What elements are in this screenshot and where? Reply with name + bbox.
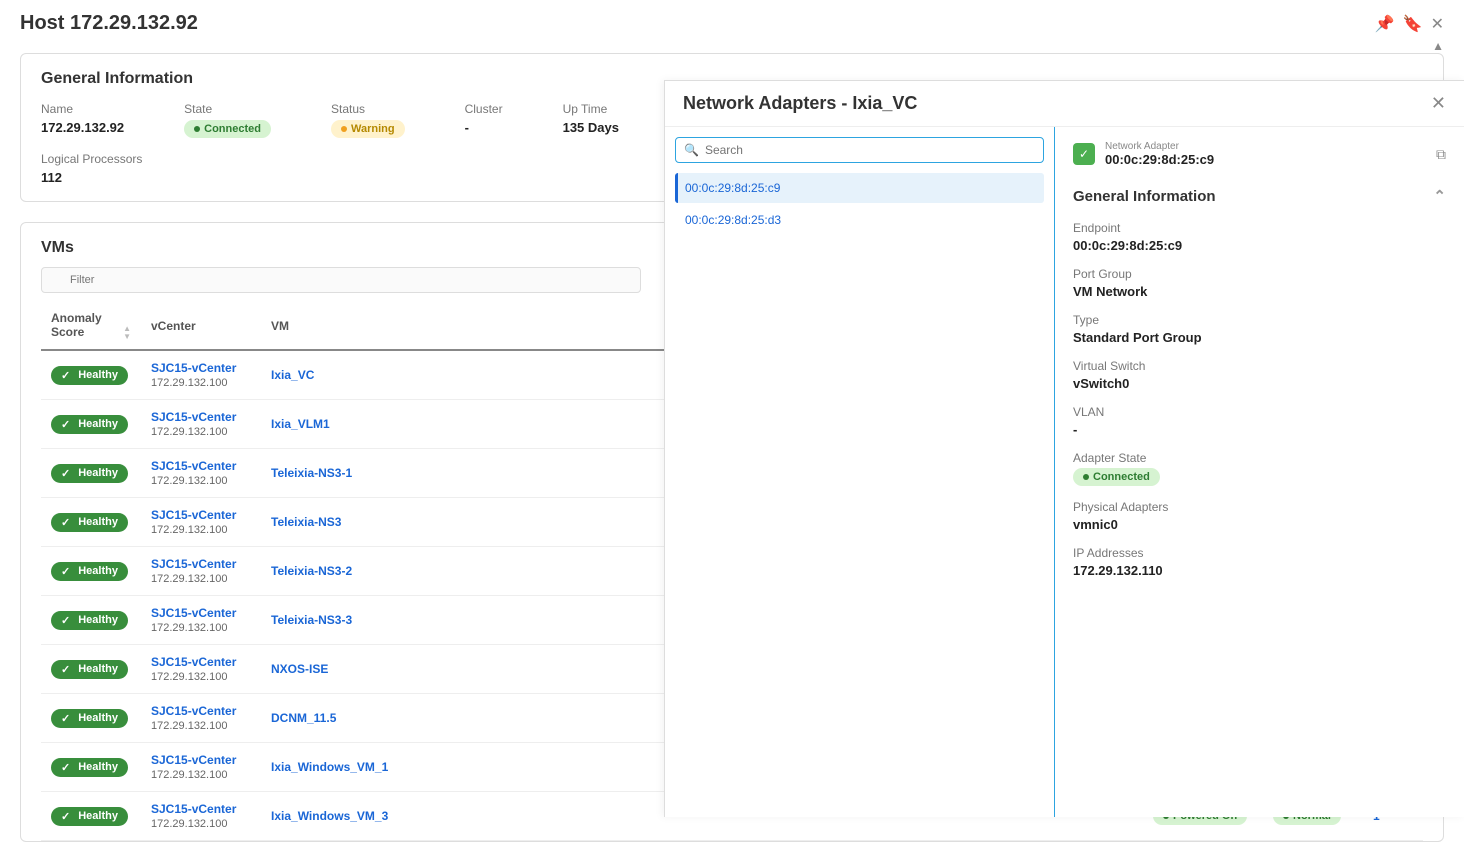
- side-panel-title: Network Adapters - Ixia_VC: [683, 93, 917, 114]
- health-badge: Healthy: [51, 709, 128, 728]
- vlan-value: -: [1073, 422, 1446, 437]
- vcenter-ip: 172.29.132.100: [151, 377, 251, 389]
- health-badge: Healthy: [51, 758, 128, 777]
- type-label: Type: [1073, 313, 1446, 327]
- cluster-label: Cluster: [465, 102, 503, 116]
- search-icon: 🔍: [684, 143, 699, 157]
- status-badge: Warning: [331, 120, 405, 138]
- lproc-label: Logical Processors: [41, 152, 142, 166]
- uptime-label: Up Time: [563, 102, 619, 116]
- health-badge: Healthy: [51, 366, 128, 385]
- vcenter-ip: 172.29.132.100: [151, 573, 251, 585]
- portgroup-label: Port Group: [1073, 267, 1446, 281]
- health-badge: Healthy: [51, 562, 128, 581]
- vcenter-link[interactable]: SJC15-vCenter: [151, 410, 251, 424]
- vcenter-link[interactable]: SJC15-vCenter: [151, 704, 251, 718]
- col-vcenter[interactable]: vCenter: [141, 303, 261, 350]
- vlan-label: VLAN: [1073, 405, 1446, 419]
- vcenter-link[interactable]: SJC15-vCenter: [151, 361, 251, 375]
- vcenter-link[interactable]: SJC15-vCenter: [151, 508, 251, 522]
- close-panel-icon[interactable]: ✕: [1431, 93, 1446, 114]
- name-label: Name: [41, 102, 124, 116]
- pin-icon[interactable]: 📌: [1375, 14, 1395, 34]
- ip-value: 172.29.132.110: [1073, 563, 1446, 578]
- vm-link[interactable]: Ixia_VC: [271, 368, 314, 382]
- state-badge: Connected: [184, 120, 271, 138]
- health-badge: Healthy: [51, 807, 128, 826]
- adapter-list-item[interactable]: 00:0c:29:8d:25:d3: [675, 205, 1044, 235]
- lproc-value: 112: [41, 170, 142, 185]
- cluster-value: -: [465, 120, 503, 135]
- vcenter-ip: 172.29.132.100: [151, 426, 251, 438]
- health-badge: Healthy: [51, 513, 128, 532]
- ip-label: IP Addresses: [1073, 546, 1446, 560]
- status-label: Status: [331, 102, 405, 116]
- col-anomaly[interactable]: Anomaly Score▲▼: [41, 303, 141, 350]
- vm-link[interactable]: Ixia_VLM1: [271, 417, 330, 431]
- adapter-search-input[interactable]: [705, 143, 1035, 157]
- vm-link[interactable]: NXOS-ISE: [271, 662, 328, 676]
- adapter-general-toggle[interactable]: General Information ⌃: [1073, 187, 1446, 205]
- adapter-search-box[interactable]: 🔍: [675, 137, 1044, 163]
- vm-link[interactable]: Teleixia-NS3-2: [271, 564, 352, 578]
- adapter-list-item[interactable]: 00:0c:29:8d:25:c9: [675, 173, 1044, 203]
- adapter-state-label: Adapter State: [1073, 451, 1446, 465]
- vswitch-label: Virtual Switch: [1073, 359, 1446, 373]
- vms-filter-input[interactable]: [41, 267, 641, 293]
- bookmark-icon[interactable]: 🔖: [1403, 14, 1423, 34]
- vm-link[interactable]: Ixia_Windows_VM_1: [271, 760, 388, 774]
- vswitch-value: vSwitch0: [1073, 376, 1446, 391]
- adapter-phys-value: vmnic0: [1073, 517, 1446, 532]
- vm-link[interactable]: Ixia_Windows_VM_3: [271, 809, 388, 823]
- vcenter-link[interactable]: SJC15-vCenter: [151, 557, 251, 571]
- adapter-badge-label: Network Adapter: [1105, 141, 1214, 152]
- adapter-status-icon: ✓: [1073, 143, 1095, 165]
- uptime-value: 135 Days: [563, 120, 619, 135]
- health-badge: Healthy: [51, 660, 128, 679]
- adapter-mac-title: 00:0c:29:8d:25:c9: [1105, 152, 1214, 167]
- endpoint-value: 00:0c:29:8d:25:c9: [1073, 238, 1446, 253]
- vcenter-link[interactable]: SJC15-vCenter: [151, 802, 251, 816]
- vcenter-ip: 172.29.132.100: [151, 818, 251, 830]
- type-value: Standard Port Group: [1073, 330, 1446, 345]
- vcenter-link[interactable]: SJC15-vCenter: [151, 606, 251, 620]
- collapse-up-icon[interactable]: ▲: [0, 39, 1464, 53]
- vcenter-link[interactable]: SJC15-vCenter: [151, 459, 251, 473]
- vm-link[interactable]: Teleixia-NS3-1: [271, 466, 352, 480]
- vm-link[interactable]: Teleixia-NS3-3: [271, 613, 352, 627]
- network-adapters-panel: Network Adapters - Ixia_VC ✕ 🔍 00:0c:29:…: [664, 80, 1464, 817]
- health-badge: Healthy: [51, 415, 128, 434]
- vm-link[interactable]: Teleixia-NS3: [271, 515, 341, 529]
- vcenter-ip: 172.29.132.100: [151, 622, 251, 634]
- state-label: State: [184, 102, 271, 116]
- vm-link[interactable]: DCNM_11.5: [271, 711, 336, 725]
- health-badge: Healthy: [51, 611, 128, 630]
- portgroup-value: VM Network: [1073, 284, 1446, 299]
- vcenter-ip: 172.29.132.100: [151, 769, 251, 781]
- page-title: Host 172.29.132.92: [20, 12, 198, 35]
- vcenter-ip: 172.29.132.100: [151, 720, 251, 732]
- health-badge: Healthy: [51, 464, 128, 483]
- close-page-icon[interactable]: ✕: [1431, 14, 1444, 34]
- vcenter-link[interactable]: SJC15-vCenter: [151, 753, 251, 767]
- adapter-state-badge: Connected: [1073, 468, 1160, 486]
- endpoint-label: Endpoint: [1073, 221, 1446, 235]
- adapter-phys-label: Physical Adapters: [1073, 500, 1446, 514]
- vcenter-ip: 172.29.132.100: [151, 671, 251, 683]
- vcenter-ip: 172.29.132.100: [151, 524, 251, 536]
- chevron-up-icon: ⌃: [1433, 187, 1446, 205]
- popout-icon[interactable]: ⧉: [1436, 146, 1446, 163]
- name-value: 172.29.132.92: [41, 120, 124, 135]
- vcenter-ip: 172.29.132.100: [151, 475, 251, 487]
- vcenter-link[interactable]: SJC15-vCenter: [151, 655, 251, 669]
